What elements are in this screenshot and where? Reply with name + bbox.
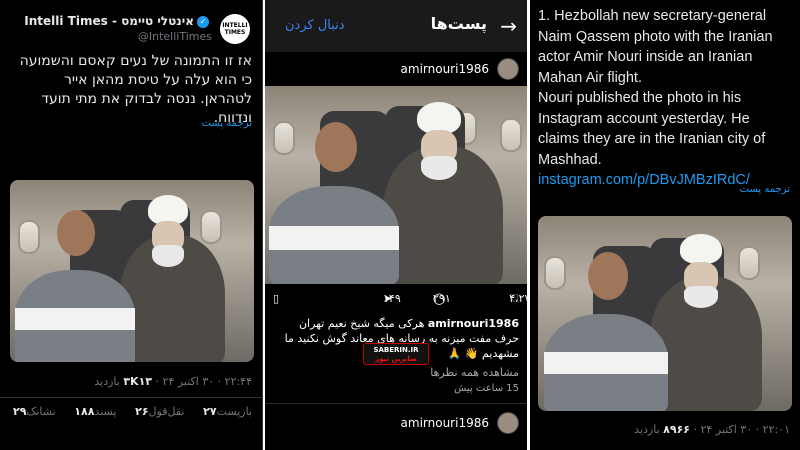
tweet-stats: ۲۷بازپست ۲۶نقل‌قول ۱۸۸پسند ۲۹نشانک	[10, 405, 252, 418]
instagram-panel: → پست‌ها دنبال کردن amirnouri1986 ▯ ۱۴۹ …	[265, 0, 527, 450]
page-title: پست‌ها	[430, 14, 487, 33]
avatar[interactable]	[497, 412, 519, 434]
plane-window	[544, 256, 566, 290]
plane-window	[200, 210, 222, 244]
bookmark-icon[interactable]: ▯	[273, 292, 279, 305]
translate-post-link[interactable]: ترجمه پست	[740, 184, 790, 195]
plane-window	[738, 246, 760, 280]
cleric-figure	[383, 102, 503, 284]
instagram-header: → پست‌ها دنبال کردن	[265, 0, 527, 52]
display-name[interactable]: ✓אינטלי טיימס - Intelli Times	[24, 14, 212, 28]
view-count: ۸۹۶۶	[663, 423, 690, 436]
tweet-photo[interactable]	[10, 180, 254, 362]
tweet-panel-intellitimes: INTELLI TIMES ✓אינטלי טיימס - Intelli Ti…	[0, 0, 263, 450]
tweet-text: 1. Hezbollah new secretary-general Naim …	[538, 6, 792, 191]
verified-badge-icon: ✓	[197, 15, 209, 28]
instagram-photo[interactable]	[265, 86, 527, 284]
plane-window	[273, 121, 295, 155]
tweet-header: INTELLI TIMES ✓אינטלי טיימס - Intelli Ti…	[8, 10, 254, 46]
arrow-right-icon[interactable]: →	[500, 14, 517, 38]
tweet-meta: ۲۲:۴۴ · ۳۰ اکتبر ۲۴ · ۳K۱۳ بازدید	[94, 375, 252, 388]
tweet-photo[interactable]	[538, 216, 792, 411]
username[interactable]: amirnouri1986	[401, 62, 489, 76]
divider	[265, 403, 527, 404]
actor-figure	[269, 122, 399, 284]
stat-likes[interactable]: ۱۸۸پسند	[71, 405, 116, 418]
tweet-panel-english: 1. Hezbollah new secretary-general Naim …	[530, 0, 800, 450]
tweet-meta: ۲۲:۰۱ · ۳۰ اکتبر ۲۴ · ۸۹۶۶ بازدید	[634, 423, 790, 436]
avatar[interactable]: INTELLI TIMES	[220, 14, 250, 44]
view-all-comments[interactable]: مشاهده همه نظرها	[430, 366, 519, 379]
stat-bookmarks[interactable]: ۲۹نشانک	[10, 405, 56, 418]
tweet-text: אז זו התמונה של נעים קאסם והשמועה כי הוא…	[19, 53, 252, 126]
stat-reposts[interactable]: ۲۷بازپست	[200, 405, 252, 418]
plane-window	[18, 220, 40, 254]
translate-post-link[interactable]: ترجمه پست	[202, 118, 252, 129]
follow-button[interactable]: دنبال کردن	[285, 18, 345, 33]
like-count[interactable]: ۴،۲۷۹ ♡	[509, 292, 527, 305]
actor-figure	[544, 252, 668, 411]
comment-count[interactable]: ۲۹۱ ◯	[433, 292, 451, 305]
user-handle[interactable]: @IntelliTimes	[138, 30, 212, 43]
actor-figure	[15, 210, 135, 362]
post-author[interactable]: amirnouri1986	[273, 58, 519, 82]
cleric-figure	[120, 195, 225, 362]
divider	[0, 397, 262, 398]
avatar[interactable]	[497, 58, 519, 80]
next-post-author[interactable]: amirnouri1986	[273, 412, 519, 436]
post-time: 15 ساعت پیش	[454, 383, 519, 394]
share-count[interactable]: ۱۴۹ ➤	[383, 292, 401, 305]
caption-username[interactable]: amirnouri1986	[428, 317, 519, 330]
post-actions: ▯ ۱۴۹ ➤ ۲۹۱ ◯ ۴،۲۷۹ ♡	[273, 292, 527, 308]
plane-window	[500, 118, 522, 152]
view-count: ۳K۱۳	[123, 375, 152, 388]
stat-quotes[interactable]: ۲۶نقل‌قول	[132, 405, 184, 418]
username[interactable]: amirnouri1986	[401, 416, 489, 430]
saberin-watermark: SABERIN.IR صابرین نیوز	[363, 343, 429, 365]
